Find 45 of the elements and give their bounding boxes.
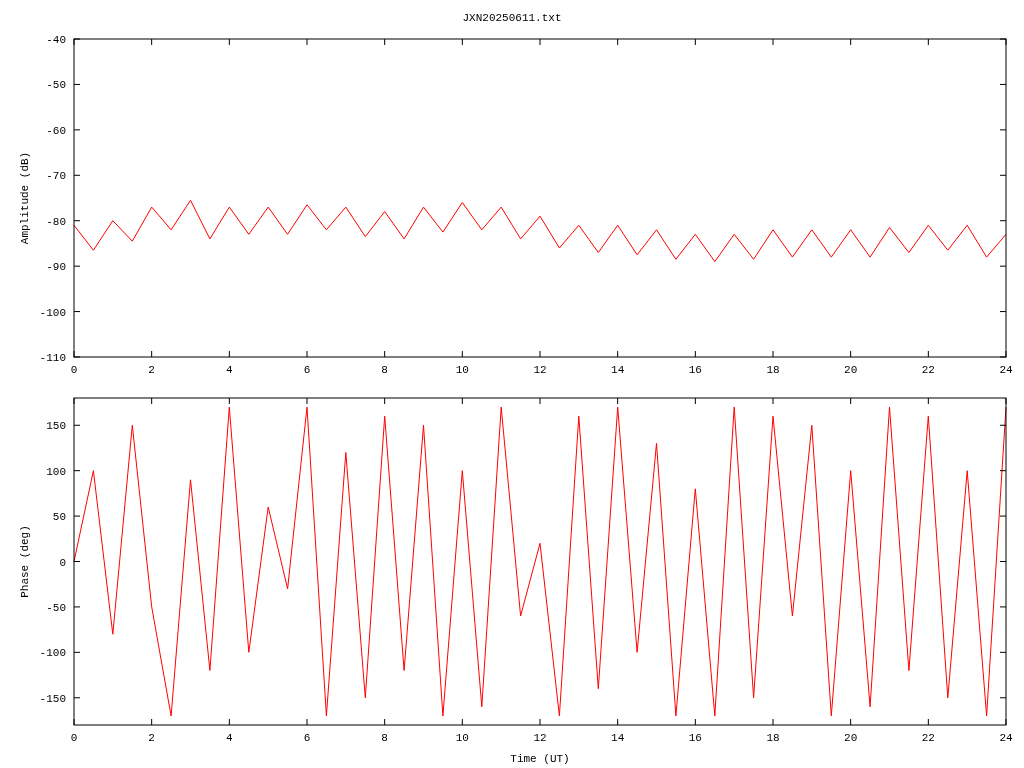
x-tick-label: 10 bbox=[455, 732, 469, 744]
y-tick-label: -70 bbox=[46, 170, 66, 183]
x-tick-label: 22 bbox=[921, 732, 935, 744]
x-tick-label: 16 bbox=[688, 364, 702, 376]
x-tick-label: 18 bbox=[766, 364, 780, 376]
x-tick-label: 12 bbox=[533, 364, 547, 376]
chart-title: JXN20250611.txt bbox=[462, 12, 562, 25]
y-tick-label: -50 bbox=[46, 601, 66, 614]
y-tick-label: -80 bbox=[46, 215, 66, 228]
x-tick-label: 24 bbox=[999, 732, 1013, 744]
x-tick-label: 14 bbox=[611, 732, 625, 744]
y-tick-label: -50 bbox=[46, 79, 66, 92]
x-tick-label: 6 bbox=[303, 364, 311, 376]
y-tick-label: 0 bbox=[59, 556, 66, 569]
x-tick-label: 20 bbox=[844, 364, 858, 376]
y-tick-label: 100 bbox=[46, 465, 66, 478]
y-tick-label: -110 bbox=[39, 352, 66, 364]
x-tick-label: 20 bbox=[844, 732, 858, 744]
x-axis-label: Time (UT) bbox=[510, 753, 570, 765]
x-tick-label: 14 bbox=[611, 364, 625, 376]
x-tick-label: 22 bbox=[921, 364, 935, 376]
x-tick-label: 10 bbox=[455, 364, 469, 376]
x-tick-label: 4 bbox=[226, 364, 233, 376]
y-tick-label: 50 bbox=[52, 511, 66, 524]
x-tick-label: 0 bbox=[70, 732, 78, 744]
x-tick-label: 0 bbox=[70, 364, 78, 376]
x-tick-label: 2 bbox=[148, 364, 155, 376]
x-tick-label: 6 bbox=[303, 732, 311, 744]
x-tick-label: 8 bbox=[381, 732, 388, 744]
x-tick-label: 18 bbox=[766, 732, 780, 744]
y-tick-label: -100 bbox=[39, 647, 66, 660]
x-tick-label: 2 bbox=[148, 732, 155, 744]
x-tick-label: 8 bbox=[381, 364, 388, 376]
y-axis-label: Phase (deg) bbox=[19, 525, 31, 598]
y-tick-label: -60 bbox=[46, 124, 66, 137]
x-tick-label: 12 bbox=[533, 732, 547, 744]
x-tick-label: 4 bbox=[226, 732, 233, 744]
y-tick-label: -150 bbox=[39, 692, 66, 705]
x-tick-label: 16 bbox=[688, 732, 702, 744]
y-tick-label: -40 bbox=[46, 34, 66, 46]
y-axis-label: Amplitude (dB) bbox=[19, 151, 31, 245]
y-tick-label: -90 bbox=[46, 261, 66, 274]
x-tick-label: 24 bbox=[999, 364, 1013, 376]
y-tick-label: -100 bbox=[39, 306, 66, 319]
y-tick-label: 150 bbox=[46, 420, 66, 433]
